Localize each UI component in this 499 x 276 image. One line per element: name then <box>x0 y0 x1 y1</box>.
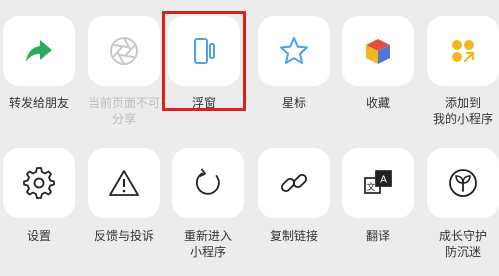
share-to-friend-label: 转发给朋友 <box>8 96 69 110</box>
mini-program-dots-icon <box>452 40 475 63</box>
favorites-label: 收藏 <box>365 96 390 110</box>
add-to-my-mini-programs-button[interactable] <box>427 16 499 86</box>
share-arrow-icon <box>26 40 52 62</box>
floating-window-icon <box>194 38 215 64</box>
share-menu-panel: 转发给朋友 当前页面不可 分享 浮窗 星标 收藏 添加到 我的小程序 设置 反馈… <box>0 0 499 276</box>
reenter-mini-program-label: 重新进入 小程序 <box>183 229 232 259</box>
sprout-icon <box>449 169 477 197</box>
star-icon <box>280 37 308 64</box>
growth-protection-label: 成长守护 防沉迷 <box>438 229 487 259</box>
floating-window-label: 浮窗 <box>191 96 216 110</box>
warning-triangle-icon <box>109 170 139 196</box>
aperture-icon <box>110 37 138 65</box>
svg-text:A: A <box>380 175 387 186</box>
refresh-icon <box>195 168 220 195</box>
star-label: 星标 <box>281 96 306 110</box>
translate-label: 翻译 <box>365 229 390 243</box>
svg-text:文: 文 <box>366 181 375 193</box>
reenter-mini-program-button[interactable] <box>172 148 244 218</box>
settings-label: 设置 <box>26 229 51 243</box>
star-button[interactable] <box>258 16 330 86</box>
floating-window-button[interactable] <box>168 16 240 86</box>
share-to-friend-button[interactable] <box>3 16 75 86</box>
translate-button[interactable]: A 文 <box>342 148 414 218</box>
share-disabled-button <box>88 16 160 86</box>
translate-icon: A 文 <box>364 170 392 194</box>
favorites-cube-icon <box>366 39 390 64</box>
feedback-complaint-button[interactable] <box>88 148 160 218</box>
copy-link-label: 复制链接 <box>269 229 318 243</box>
growth-protection-button[interactable] <box>427 148 499 218</box>
settings-button[interactable] <box>3 148 75 218</box>
feedback-complaint-label: 反馈与投诉 <box>93 229 154 243</box>
add-to-my-mini-programs-label: 添加到 我的小程序 <box>432 96 493 126</box>
copy-link-button[interactable] <box>258 148 330 218</box>
link-icon <box>280 173 308 193</box>
gear-icon <box>23 167 55 199</box>
favorites-button[interactable] <box>342 16 414 86</box>
